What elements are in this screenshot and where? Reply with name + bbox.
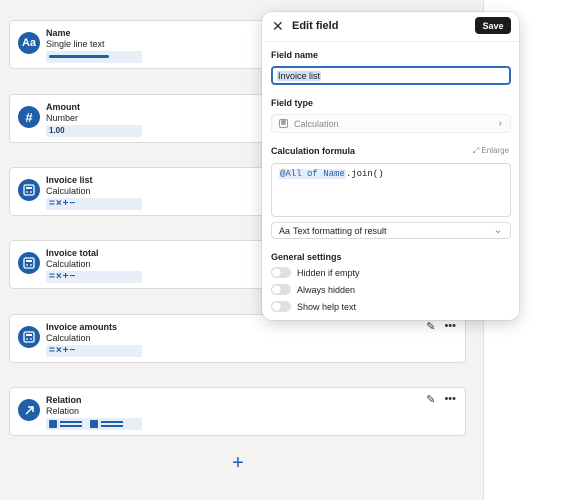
dialog-title: Edit field [292,20,339,32]
field-name: Invoice total [46,248,99,258]
field-preview: 1.00 [46,125,142,137]
field-preview: =×+− [46,271,142,283]
arrow-up-right-icon [18,399,40,421]
chevron-down-icon: ⌄ [493,225,502,236]
field-type-label: Field type [271,98,314,108]
edit-field-dialog: ✕ Edit field Save Field name Invoice lis… [262,12,519,320]
number-type-icon: # [18,106,40,128]
text-type-icon: Aa [18,32,40,54]
field-name: Invoice list [46,175,93,185]
field-preview [46,51,142,63]
preview-operators: =×+− [49,271,77,282]
field-type: Relation [46,406,80,416]
field-type: Calculation [46,186,91,196]
more-options-icon[interactable]: ••• [444,393,456,406]
close-icon[interactable]: ✕ [272,18,284,35]
text-formatting-select[interactable]: Aa Text formatting of result ⌄ [271,222,511,239]
general-settings-label: General settings [271,252,342,262]
edit-pencil-icon[interactable]: ✎ [426,393,435,406]
field-type: Single line text [46,39,105,49]
field-type: Number [46,113,79,123]
field-name-label: Field name [271,50,319,60]
field-preview: =×+− [46,198,142,210]
add-field-plus-icon[interactable]: + [229,452,247,474]
field-preview: =×+− [46,345,142,357]
enlarge-button[interactable]: ⤢ Enlarge [473,146,509,156]
preview-number: 1.00 [49,126,65,135]
field-preview [46,418,142,430]
field-type: Calculation [46,333,91,343]
field-type: Calculation [46,259,91,269]
formula-label: Calculation formula [271,146,356,156]
field-type-select[interactable]: ▦ Calculation › [271,114,511,133]
preview-operators: =×+− [49,198,77,209]
field-name: Name [46,28,71,38]
save-button[interactable]: Save [475,17,511,34]
toggle-always-hidden[interactable]: Always hidden [271,284,355,295]
field-name-input[interactable]: Invoice list [271,66,511,85]
calculator-icon [18,326,40,348]
formula-token: @All of Name [279,169,346,179]
chevron-right-icon: › [498,118,502,129]
more-options-icon[interactable]: ••• [444,320,456,333]
edit-pencil-icon[interactable]: ✎ [426,320,435,333]
field-name: Amount [46,102,80,112]
preview-operators: =×+− [49,345,77,356]
header-divider [262,41,519,42]
calculator-icon [18,252,40,274]
field-name: Relation [46,395,82,405]
field-name: Invoice amounts [46,322,118,332]
toggle-show-help-text[interactable]: Show help text [271,301,356,312]
toggle-hidden-if-empty[interactable]: Hidden if empty [271,267,360,278]
field-card-relation[interactable]: Relation Relation ✎ ••• [9,387,466,436]
field-card-invoice-amounts[interactable]: Invoice amounts Calculation =×+− ✎ ••• [9,314,466,363]
calculator-icon [18,179,40,201]
calculator-icon: ▦ [279,119,288,128]
formula-editor[interactable]: @All of Name.join() [271,163,511,217]
